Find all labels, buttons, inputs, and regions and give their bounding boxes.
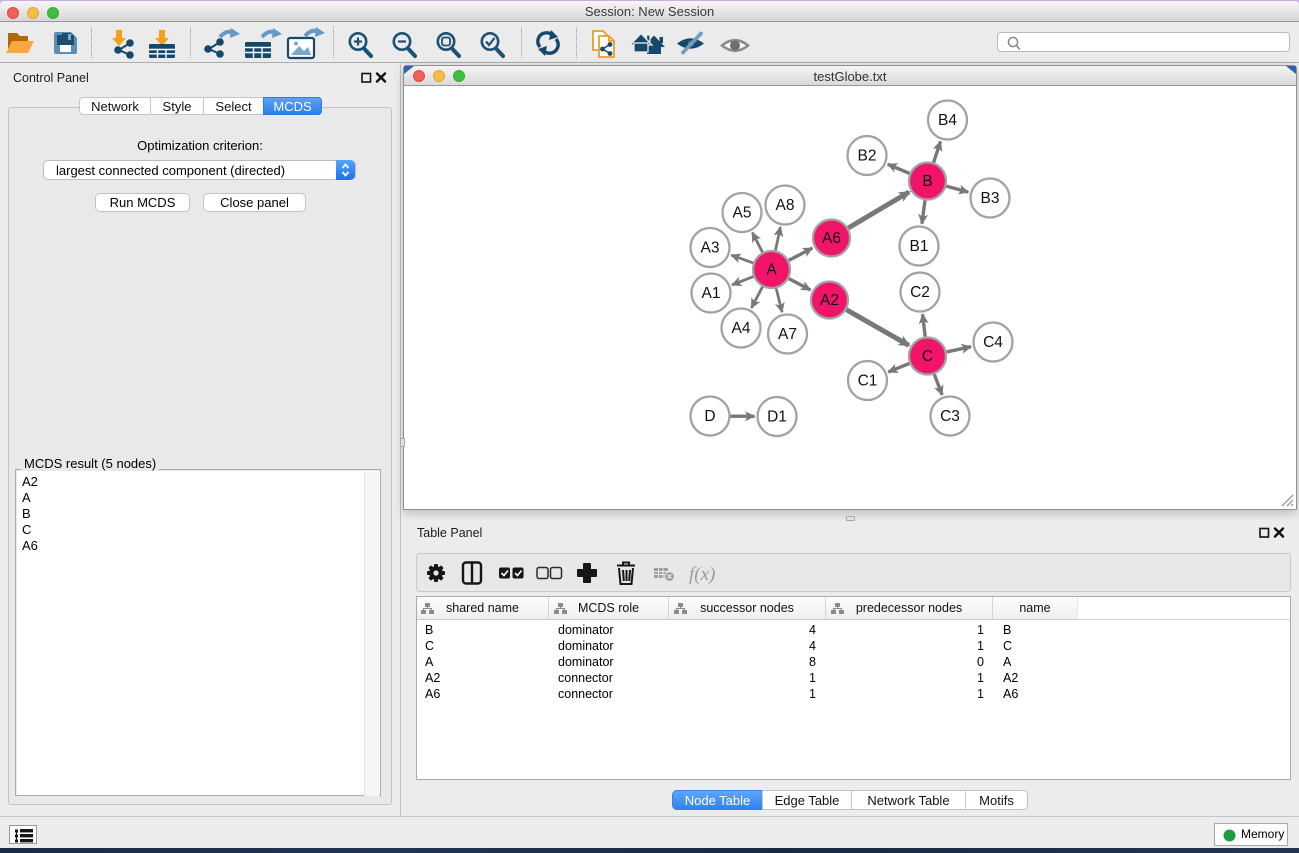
- svg-text:A7: A7: [778, 326, 797, 343]
- svg-text:A3: A3: [701, 240, 720, 257]
- svg-text:D: D: [704, 408, 715, 425]
- svg-text:f(x): f(x): [689, 564, 715, 585]
- svg-text:A: A: [766, 262, 777, 279]
- svg-text:C2: C2: [910, 284, 930, 301]
- svg-text:A8: A8: [776, 197, 795, 214]
- svg-text:A5: A5: [733, 205, 752, 222]
- svg-text:D1: D1: [767, 409, 787, 426]
- svg-text:B: B: [922, 173, 932, 190]
- svg-text:A1: A1: [702, 285, 721, 302]
- svg-text:C3: C3: [940, 408, 960, 425]
- svg-text:C4: C4: [983, 334, 1003, 351]
- svg-text:A6: A6: [822, 230, 841, 247]
- svg-text:A4: A4: [732, 320, 751, 337]
- svg-text:B4: B4: [938, 112, 957, 129]
- svg-text:A2: A2: [820, 292, 839, 309]
- svg-text:C: C: [922, 348, 933, 365]
- svg-text:B2: B2: [858, 148, 877, 165]
- svg-text:B3: B3: [981, 190, 1000, 207]
- svg-text:B1: B1: [910, 238, 929, 255]
- svg-text:C1: C1: [858, 373, 878, 390]
